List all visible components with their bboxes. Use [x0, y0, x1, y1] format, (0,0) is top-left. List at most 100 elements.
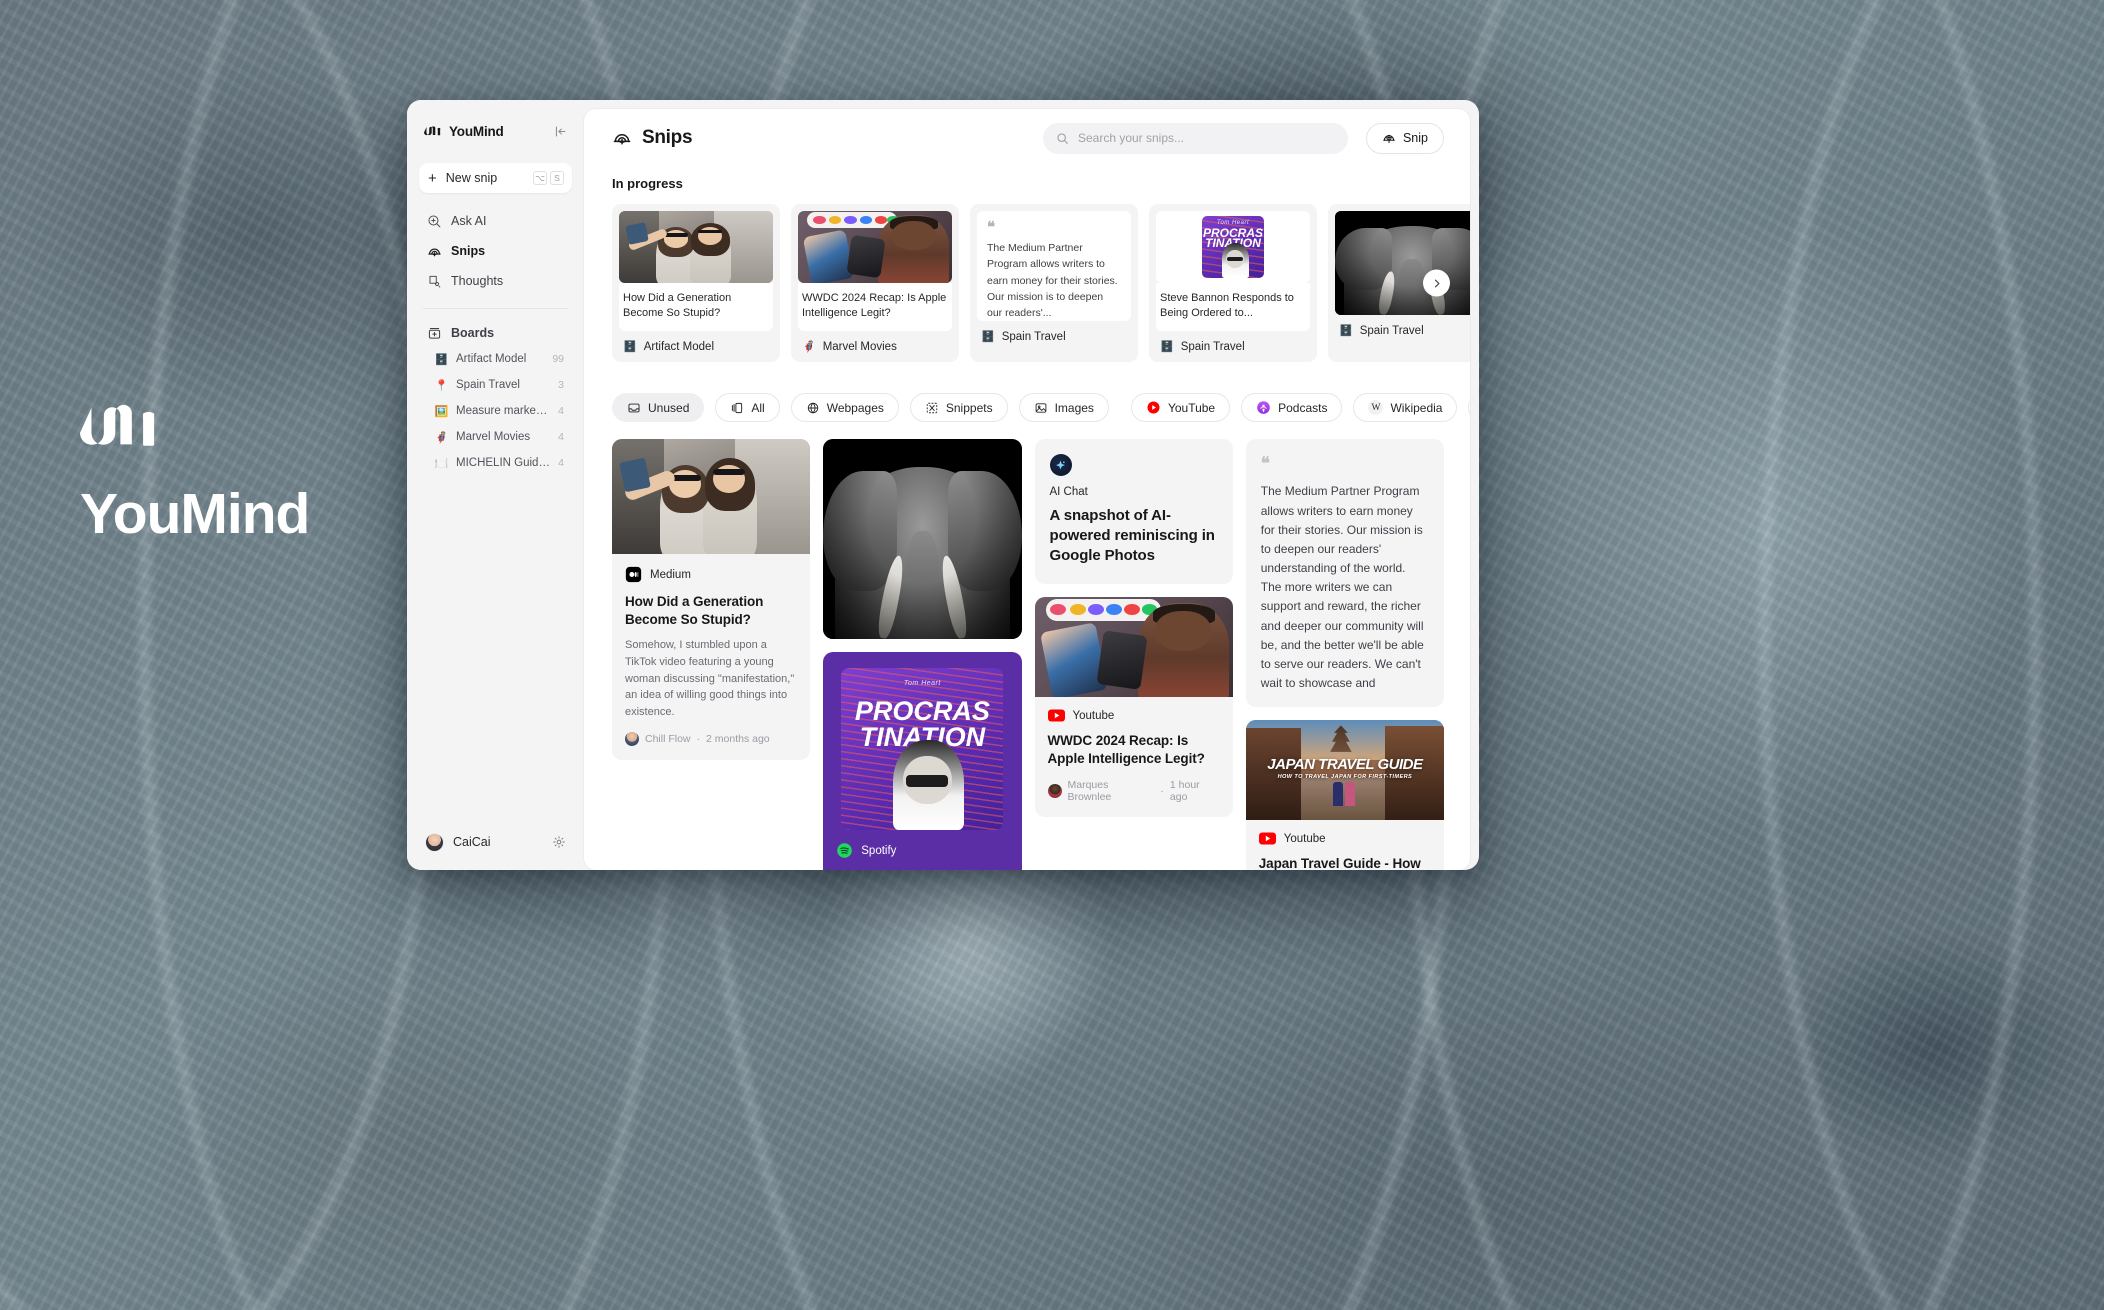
- sidebar-brand: YouMind: [419, 109, 572, 153]
- board-label: Spain Travel: [1359, 324, 1424, 337]
- filter-chip-medium[interactable]: Medium: [1468, 393, 1470, 423]
- board-icon: 🖼️: [434, 405, 449, 418]
- sidebar-board-artifact-model[interactable]: 🗄️ Artifact Model 99: [419, 346, 572, 372]
- snips-icon: [428, 248, 441, 256]
- snip-button[interactable]: Snip: [1365, 122, 1444, 154]
- filter-chip-unused[interactable]: Unused: [612, 393, 705, 423]
- board-label: Spain Travel: [1001, 330, 1066, 343]
- card-body: AI Chat A snapshot of AI-powered reminis…: [1035, 439, 1233, 584]
- in-progress-card[interactable]: Tom Heart PROCRAS TINATION Steve Bannon …: [1149, 204, 1317, 363]
- filter-chip-snippets[interactable]: Snippets: [909, 393, 1008, 423]
- board-label: Artifact Model: [456, 353, 527, 365]
- user-profile-row[interactable]: CaiCai: [419, 820, 572, 864]
- card-quote: The Medium Partner Program allows writer…: [987, 242, 1118, 320]
- boards-section-header[interactable]: Boards: [419, 320, 572, 346]
- board-icon: 🗄️: [434, 353, 449, 366]
- snip-card-youtube-wwdc[interactable]: Youtube WWDC 2024 Recap: Is Apple Intell…: [1034, 597, 1233, 818]
- filter-chip-images[interactable]: Images: [1018, 393, 1109, 423]
- inbox-icon: [628, 403, 640, 413]
- filter-label: Podcasts: [1278, 400, 1328, 415]
- source-label: AI Chat: [1049, 486, 1088, 499]
- in-progress-card[interactable]: How Did a Generation Become So Stupid? 🗄…: [612, 204, 780, 363]
- filter-chip-wikipedia[interactable]: W Wikipedia: [1353, 393, 1458, 423]
- main-panel: Snips Search your snips... Snip In progr…: [584, 109, 1470, 870]
- snip-card-ai-chat[interactable]: AI Chat A snapshot of AI-powered reminis…: [1034, 439, 1233, 585]
- new-snip-shortcut: ⌥ S: [533, 171, 564, 185]
- filter-chip-youtube[interactable]: YouTube: [1130, 393, 1231, 423]
- snip-card-medium-quote[interactable]: ❝ The Medium Partner Program allows writ…: [1245, 439, 1444, 708]
- card-thumbnail: JAPAN TRAVEL GUIDE HOW TO TRAVEL JAPAN F…: [1245, 720, 1444, 821]
- board-count: 4: [558, 405, 564, 417]
- sidebar-board-marvel-movies[interactable]: 🦸 Marvel Movies 4: [419, 424, 572, 450]
- card-body: WWDC 2024 Recap: Is Apple Intelligence L…: [798, 283, 952, 332]
- card-board[interactable]: 🗄️ Spain Travel: [1335, 315, 1470, 339]
- avatar: [425, 832, 444, 852]
- in-progress-carousel: How Did a Generation Become So Stupid? 🗄…: [612, 204, 1470, 363]
- board-label: Marvel Movies: [822, 340, 897, 353]
- sidebar-item-snips[interactable]: Snips: [419, 237, 572, 265]
- in-progress-card[interactable]: WWDC 2024 Recap: Is Apple Intelligence L…: [791, 204, 959, 363]
- gear-icon[interactable]: [552, 835, 566, 849]
- card-thumbnail: Tom Heart PROCRAS TINATION: [1156, 211, 1310, 283]
- wikipedia-icon: W: [1368, 400, 1384, 416]
- carousel-next-button[interactable]: [1423, 269, 1450, 297]
- avatar: [625, 731, 639, 746]
- sidebar: YouMind + New snip ⌥ S Ask AI Snips Thou…: [407, 100, 584, 870]
- card-title: Steve Bannon Responds to Being Ordered t…: [836, 869, 1008, 870]
- snip-card-medium-generation[interactable]: Medium How Did a Generation Become So St…: [612, 439, 811, 760]
- card-source: Spotify: [836, 842, 1008, 859]
- board-label: Artifact Model: [643, 340, 715, 353]
- sidebar-board-measure-marketing[interactable]: 🖼️ Measure marketing... 4: [419, 398, 572, 424]
- source-label: Medium: [650, 568, 691, 581]
- top-bar: Snips Search your snips... Snip: [584, 109, 1470, 167]
- card-board[interactable]: 🗄️ Spain Travel: [1156, 331, 1310, 355]
- filter-label: Wikipedia: [1390, 400, 1443, 415]
- filter-label: Unused: [648, 400, 690, 415]
- board-label: MICHELIN Guide...: [456, 457, 551, 469]
- chevron-right-icon: [1434, 279, 1439, 288]
- boards-list: 🗄️ Artifact Model 99 📍 Spain Travel 3 🖼️…: [419, 346, 572, 476]
- board-count: 99: [552, 353, 564, 365]
- meta-separator: ·: [696, 732, 701, 745]
- filter-chip-webpages[interactable]: Webpages: [790, 393, 899, 423]
- youmind-logo-icon: [80, 404, 155, 446]
- snip-card-spotify-bannon[interactable]: Tom Heart PROCRAS TINATION Spotify: [823, 652, 1022, 870]
- sidebar-item-thoughts[interactable]: Thoughts: [419, 267, 572, 295]
- desktop-background: YouMind YouMind + New snip ⌥ S Ask AI Sn…: [0, 0, 2104, 1310]
- card-meta: Chill Flow · 2 months ago: [625, 731, 797, 746]
- board-icon: 🍽️: [434, 457, 449, 470]
- card-title: How Did a Generation Become So Stupid?: [623, 292, 732, 320]
- snip-card-elephant[interactable]: [823, 439, 1022, 640]
- card-body: ❝ The Medium Partner Program allows writ…: [977, 211, 1131, 321]
- filter-chip-all[interactable]: All: [715, 393, 780, 423]
- search-input[interactable]: Search your snips...: [1042, 122, 1348, 154]
- sidebar-board-michelin-guide[interactable]: 🍽️ MICHELIN Guide... 4: [419, 450, 572, 476]
- avatar: [1047, 784, 1062, 799]
- podcasts-icon: [1256, 400, 1271, 415]
- in-progress-card[interactable]: ❝ The Medium Partner Program allows writ…: [970, 204, 1138, 363]
- meta-separator: ·: [1160, 785, 1164, 798]
- board-icon: 🦸: [434, 431, 449, 444]
- sidebar-item-ask-ai[interactable]: Ask AI: [419, 207, 572, 235]
- shortcut-key-option: ⌥: [533, 171, 547, 185]
- card-board[interactable]: 🗄️ Spain Travel: [977, 321, 1131, 345]
- sidebar-board-spain-travel[interactable]: 📍 Spain Travel 3: [419, 372, 572, 398]
- boards-label: Boards: [451, 326, 495, 340]
- youtube-icon: [1047, 709, 1065, 722]
- card-board[interactable]: 🗄️ Artifact Model: [619, 331, 773, 355]
- author-name: Chill Flow: [645, 732, 691, 745]
- album-artist: Tom Heart: [903, 679, 941, 687]
- card-board[interactable]: 🦸 Marvel Movies: [798, 331, 952, 355]
- card-title: Japan Travel Guide - How to travel Japan: [1258, 856, 1421, 870]
- snip-card-youtube-japan[interactable]: JAPAN TRAVEL GUIDE HOW TO TRAVEL JAPAN F…: [1245, 720, 1444, 870]
- content-scroll-area[interactable]: In progress How Did a Generation Become …: [584, 167, 1470, 870]
- new-snip-button[interactable]: + New snip ⌥ S: [419, 163, 572, 193]
- filter-chip-podcasts[interactable]: Podcasts: [1241, 393, 1343, 423]
- quote-mark-icon: ❝: [987, 219, 995, 236]
- card-title: WWDC 2024 Recap: Is Apple Intelligence L…: [1047, 733, 1205, 767]
- author-name: Marques Brownlee: [1067, 779, 1112, 804]
- board-label: Spain Travel: [456, 379, 520, 391]
- collapse-panel-icon[interactable]: [554, 125, 567, 138]
- youtube-icon: [1258, 832, 1276, 845]
